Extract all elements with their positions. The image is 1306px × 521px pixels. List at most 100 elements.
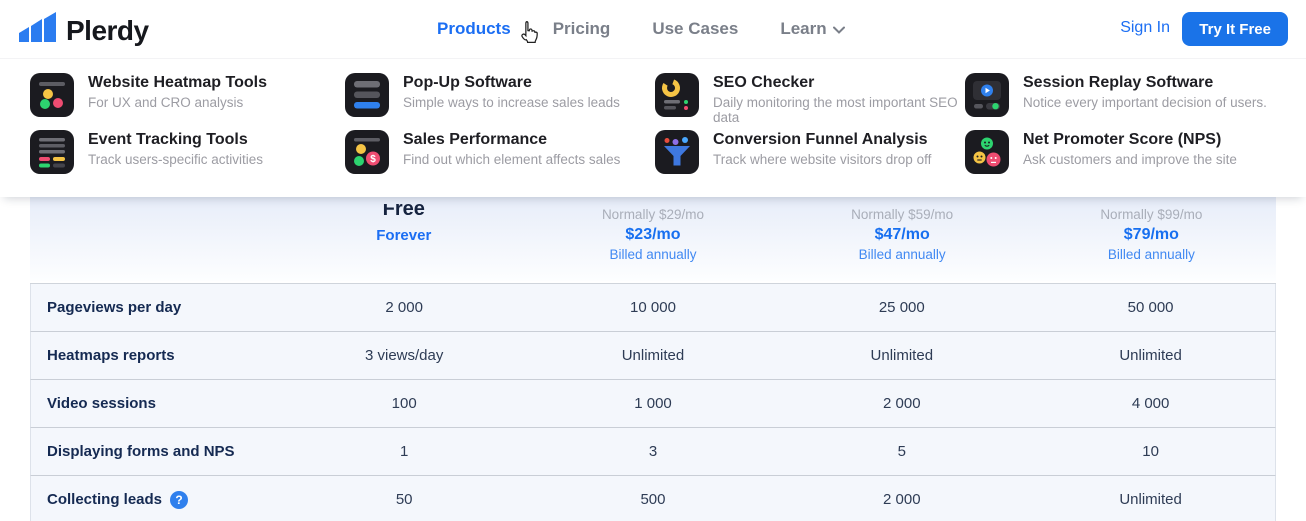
svg-text:$: $ bbox=[370, 154, 376, 165]
plan-normally-price: Normally $99/mo bbox=[1027, 205, 1276, 224]
feature-rows: Pageviews per day 2 000 10 000 25 000 50… bbox=[30, 283, 1276, 521]
pricing-comparison-table: Free Forever Normally $29/mo $23/mo Bill… bbox=[30, 197, 1276, 521]
cell-value: 3 bbox=[529, 443, 778, 460]
table-row-pageviews: Pageviews per day 2 000 10 000 25 000 50… bbox=[30, 284, 1276, 332]
table-row-heatmaps: Heatmaps reports 3 views/day Unlimited U… bbox=[30, 332, 1276, 380]
cell-value: 5 bbox=[777, 443, 1026, 460]
top-navigation-bar: Plerdy Products Pricing Use Cases Learn … bbox=[0, 0, 1306, 59]
menu-item-subtitle: Daily monitoring the most important SEO … bbox=[713, 95, 965, 125]
menu-item-title: Event Tracking Tools bbox=[88, 130, 263, 149]
plan-billing-note: Billed annually bbox=[778, 245, 1027, 264]
table-row-collecting-leads: Collecting leads ? 50 500 2 000 Unlimite… bbox=[30, 476, 1276, 521]
menu-item-title: Session Replay Software bbox=[1023, 73, 1267, 92]
funnel-icon bbox=[655, 130, 699, 174]
products-mega-menu: Website Heatmap Tools For UX and CRO ana… bbox=[0, 58, 1306, 197]
cell-value: 2 000 bbox=[280, 299, 529, 316]
cell-value: 50 bbox=[280, 491, 529, 508]
cell-value: Unlimited bbox=[1026, 347, 1275, 364]
seo-checker-icon bbox=[655, 73, 699, 117]
cell-value: 1 bbox=[280, 443, 529, 460]
event-tracking-icon bbox=[30, 130, 74, 174]
nav-item-pricing[interactable]: Pricing bbox=[553, 19, 611, 39]
nav-item-learn-label: Learn bbox=[780, 19, 826, 39]
plan-normally-price: Normally $29/mo bbox=[528, 205, 777, 224]
menu-item-event-tracking[interactable]: Event Tracking Tools Track users-specifi… bbox=[30, 125, 345, 175]
menu-item-title: Net Promoter Score (NPS) bbox=[1023, 130, 1237, 149]
feature-label: Pageviews per day bbox=[31, 299, 280, 316]
cell-value: 4 000 bbox=[1026, 395, 1275, 412]
nav-item-learn[interactable]: Learn bbox=[780, 19, 844, 39]
cell-value: 100 bbox=[280, 395, 529, 412]
help-icon[interactable]: ? bbox=[170, 491, 188, 509]
feature-label: Collecting leads bbox=[47, 491, 162, 508]
plerdy-logo[interactable]: Plerdy bbox=[18, 11, 149, 50]
nav-item-products[interactable]: Products bbox=[437, 19, 511, 39]
plan-price: $79/mo bbox=[1027, 224, 1276, 245]
plan-billing-note: Billed annually bbox=[1027, 245, 1276, 264]
menu-item-subtitle: Simple ways to increase sales leads bbox=[403, 95, 620, 110]
feature-label: Displaying forms and NPS bbox=[31, 443, 280, 460]
menu-item-seo-checker[interactable]: SEO Checker Daily monitoring the most im… bbox=[655, 68, 965, 125]
menu-item-website-heatmap-tools[interactable]: Website Heatmap Tools For UX and CRO ana… bbox=[30, 68, 345, 125]
main-nav: Products Pricing Use Cases Learn bbox=[437, 0, 845, 58]
popup-icon bbox=[345, 73, 389, 117]
feature-label: Heatmaps reports bbox=[31, 347, 280, 364]
menu-item-title: SEO Checker bbox=[713, 73, 965, 92]
plan-price: $23/mo bbox=[528, 224, 777, 245]
cell-value: 3 views/day bbox=[280, 347, 529, 364]
plan-header-band: Free Forever Normally $29/mo $23/mo Bill… bbox=[30, 197, 1276, 281]
plan-billing-note: Billed annually bbox=[528, 245, 777, 264]
nav-item-use-cases[interactable]: Use Cases bbox=[652, 19, 738, 39]
nps-icon bbox=[965, 130, 1009, 174]
cell-value: Unlimited bbox=[1026, 491, 1275, 508]
plan-column-1: Normally $29/mo $23/mo Billed annually bbox=[528, 197, 777, 281]
cell-value: 1 000 bbox=[529, 395, 778, 412]
feature-label: Video sessions bbox=[31, 395, 280, 412]
menu-item-subtitle: Track users-specific activities bbox=[88, 152, 263, 167]
plan-price: $47/mo bbox=[778, 224, 1027, 245]
plan-column-2: Normally $59/mo $47/mo Billed annually bbox=[778, 197, 1027, 281]
cell-value: 50 000 bbox=[1026, 299, 1275, 316]
plan-subname-forever: Forever bbox=[279, 227, 528, 244]
menu-item-subtitle: For UX and CRO analysis bbox=[88, 95, 267, 110]
cell-value: 2 000 bbox=[777, 491, 1026, 508]
menu-item-nps[interactable]: Net Promoter Score (NPS) Ask customers a… bbox=[965, 125, 1296, 175]
menu-item-conversion-funnel[interactable]: Conversion Funnel Analysis Track where w… bbox=[655, 125, 965, 175]
plerdy-page: Plerdy Products Pricing Use Cases Learn … bbox=[0, 0, 1306, 521]
cell-value: Unlimited bbox=[529, 347, 778, 364]
chevron-down-icon bbox=[833, 19, 845, 39]
plan-normally-price: Normally $59/mo bbox=[778, 205, 1027, 224]
try-it-free-button[interactable]: Try It Free bbox=[1182, 12, 1288, 46]
menu-item-title: Sales Performance bbox=[403, 130, 620, 149]
heatmap-icon bbox=[30, 73, 74, 117]
plan-name-free: Free bbox=[279, 204, 528, 221]
feature-column-header bbox=[30, 197, 279, 281]
cell-value: 500 bbox=[529, 491, 778, 508]
menu-item-popup-software[interactable]: Pop-Up Software Simple ways to increase … bbox=[345, 68, 655, 125]
plerdy-logo-text: Plerdy bbox=[66, 15, 149, 47]
cell-value: Unlimited bbox=[777, 347, 1026, 364]
cell-value: 25 000 bbox=[777, 299, 1026, 316]
session-replay-icon bbox=[965, 73, 1009, 117]
menu-item-subtitle: Notice every important decision of users… bbox=[1023, 95, 1267, 110]
cell-value: 10 000 bbox=[529, 299, 778, 316]
plerdy-logo-icon bbox=[18, 11, 58, 50]
menu-item-subtitle: Find out which element affects sales bbox=[403, 152, 620, 167]
feature-label-with-help: Collecting leads ? bbox=[31, 491, 280, 509]
sales-performance-icon: $ bbox=[345, 130, 389, 174]
plan-column-free: Free Forever bbox=[279, 197, 528, 281]
menu-item-subtitle: Track where website visitors drop off bbox=[713, 152, 931, 167]
menu-item-title: Conversion Funnel Analysis bbox=[713, 130, 931, 149]
plan-column-3: Normally $99/mo $79/mo Billed annually bbox=[1027, 197, 1276, 281]
menu-item-title: Pop-Up Software bbox=[403, 73, 620, 92]
table-row-forms-nps: Displaying forms and NPS 1 3 5 10 bbox=[30, 428, 1276, 476]
menu-item-subtitle: Ask customers and improve the site bbox=[1023, 152, 1237, 167]
menu-item-session-replay[interactable]: Session Replay Software Notice every imp… bbox=[965, 68, 1296, 125]
menu-item-sales-performance[interactable]: $ Sales Performance Find out which eleme… bbox=[345, 125, 655, 175]
table-row-video-sessions: Video sessions 100 1 000 2 000 4 000 bbox=[30, 380, 1276, 428]
mega-menu-grid: Website Heatmap Tools For UX and CRO ana… bbox=[0, 58, 1306, 181]
cell-value: 10 bbox=[1026, 443, 1275, 460]
sign-in-link[interactable]: Sign In bbox=[1120, 19, 1170, 37]
cell-value: 2 000 bbox=[777, 395, 1026, 412]
menu-item-title: Website Heatmap Tools bbox=[88, 73, 267, 92]
